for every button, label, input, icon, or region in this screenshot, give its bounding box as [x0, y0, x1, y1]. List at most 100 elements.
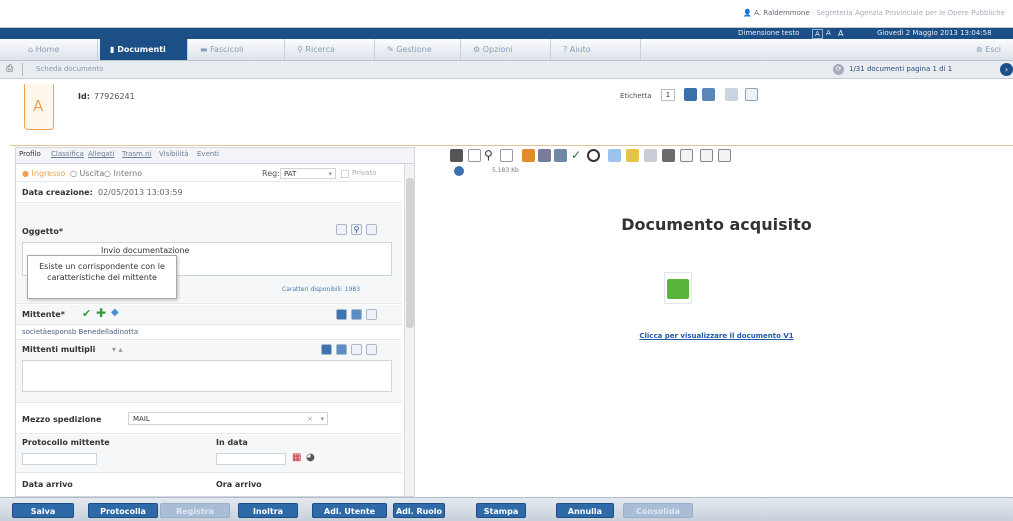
print-label-icon[interactable]: [684, 88, 697, 101]
radio-uscita[interactable]: ○ Uscita: [70, 169, 104, 178]
oggetto-clear-icon[interactable]: [366, 224, 377, 235]
rotate-icon[interactable]: [700, 149, 713, 162]
barcode-icon[interactable]: [702, 88, 715, 101]
tab-documenti[interactable]: ▮ Documenti: [100, 39, 188, 60]
wrench-icon: ✎: [387, 45, 397, 54]
clock-icon[interactable]: ◕: [306, 452, 315, 463]
document-thumbnail[interactable]: [664, 272, 692, 304]
adl-utente-button[interactable]: Adl. Utente: [312, 503, 387, 518]
print-doc-icon[interactable]: [662, 149, 675, 162]
edit-icon[interactable]: [522, 149, 535, 162]
oggetto-search-icon[interactable]: ⚲: [351, 224, 362, 235]
status-bar: Dimensione testo A A A Giovedì 2 Maggio …: [0, 28, 1013, 39]
radio-ingresso[interactable]: ● Ingresso: [22, 169, 65, 178]
annulla-button[interactable]: Annulla: [556, 503, 614, 518]
data-arrivo-row: Data arrivo Ora arrivo: [16, 474, 402, 496]
oggetto-value: Invio documentazione: [101, 246, 190, 255]
zoom-icon[interactable]: ⚲: [484, 149, 497, 162]
chevron-down-icon[interactable]: ▾: [320, 413, 324, 425]
current-date: Giovedì 2 Maggio 2013 13:04:58: [877, 29, 992, 37]
download-icon[interactable]: [608, 149, 621, 162]
zoom-in-icon[interactable]: [500, 149, 513, 162]
checkmark-icon[interactable]: ✔: [82, 307, 91, 320]
convert-icon[interactable]: [554, 149, 567, 162]
note-icon[interactable]: [745, 88, 758, 101]
info-icon[interactable]: [454, 166, 464, 176]
adl-ruolo-button[interactable]: Adl. Ruolo: [393, 503, 445, 518]
clear-icon[interactable]: ×: [307, 413, 313, 425]
salva-button[interactable]: Salva: [12, 503, 74, 518]
reg-select[interactable]: PAT ▾: [280, 168, 336, 179]
tab-gestione-label: Gestione: [396, 45, 432, 54]
text-size-small-button[interactable]: A: [812, 29, 823, 39]
tab-aiuto[interactable]: ? Aiuto: [553, 39, 641, 60]
tab-visibilita[interactable]: Visibilità: [159, 150, 188, 158]
tab-fascicoli[interactable]: ▬ Fascicoli: [190, 39, 285, 60]
tab-profilo[interactable]: Profilo: [19, 150, 41, 158]
address-book-icon[interactable]: ◆: [111, 307, 119, 318]
tab-gestione[interactable]: ✎ Gestione: [377, 39, 461, 60]
id-label: Id:: [78, 92, 90, 101]
protocollo-mittente-input[interactable]: [22, 453, 97, 465]
view-document-link[interactable]: Clicca per visualizzare il documento V1: [420, 332, 1013, 340]
protocollo-mittente-label: Protocollo mittente: [22, 438, 110, 447]
tab-ricerca[interactable]: ⚲ Ricerca: [287, 39, 375, 60]
zoom-out-icon[interactable]: [468, 149, 481, 162]
multi-edit-icon[interactable]: [336, 344, 347, 355]
tab-trasmissioni[interactable]: Trasm.ni: [122, 150, 152, 158]
add-icon[interactable]: ✚: [96, 306, 106, 320]
in-data-input[interactable]: [216, 453, 286, 465]
tab-home[interactable]: ⌂ Home: [18, 39, 98, 60]
attach-icon[interactable]: [718, 149, 731, 162]
user-icon: 👤: [743, 9, 752, 17]
lock-icon[interactable]: [626, 149, 639, 162]
multi-details-icon[interactable]: [321, 344, 332, 355]
document-file-icon: [667, 279, 689, 299]
tab-allegati[interactable]: Allegati: [88, 150, 114, 158]
inoltra-button[interactable]: Inoltra: [238, 503, 298, 518]
fit-width-icon[interactable]: [680, 149, 693, 162]
calendar-icon[interactable]: ▦: [292, 452, 301, 463]
multi-add-icon[interactable]: ▾ ▴: [112, 345, 123, 354]
refresh-icon[interactable]: ⟳: [833, 64, 844, 75]
radio-interno[interactable]: ○ Interno: [104, 169, 142, 178]
tab-eventi[interactable]: Eventi: [197, 150, 219, 158]
text-size-medium-button[interactable]: A: [826, 29, 831, 37]
tab-documenti-label: Documenti: [117, 45, 166, 54]
form-scrollbar[interactable]: [404, 164, 414, 496]
stampa-button[interactable]: Stampa: [476, 503, 526, 518]
exit-link[interactable]: ⊗ Esci: [965, 39, 1011, 60]
help-icon: ?: [563, 45, 570, 54]
copy-icon[interactable]: [644, 149, 657, 162]
consolida-button[interactable]: Consolida: [623, 503, 693, 518]
sign-icon[interactable]: [538, 149, 551, 162]
mittente-clear-icon[interactable]: [366, 309, 377, 320]
oggetto-label: Oggetto*: [22, 227, 64, 236]
exit-label: Esci: [985, 45, 1001, 54]
oggetto-list-icon[interactable]: [336, 224, 347, 235]
label-value[interactable]: 1: [661, 89, 675, 101]
mittente-details-icon[interactable]: [336, 309, 347, 320]
stamp-icon[interactable]: [725, 88, 738, 101]
mittenti-multipli-list[interactable]: [22, 360, 392, 392]
protocolla-button[interactable]: Protocolla: [88, 503, 158, 518]
print-icon[interactable]: ⎙: [6, 64, 13, 74]
multi-remove-icon[interactable]: [351, 344, 362, 355]
multi-clear-icon[interactable]: [366, 344, 377, 355]
tab-opzioni[interactable]: ⚙ Opzioni: [463, 39, 551, 60]
timestamp-icon[interactable]: [587, 149, 600, 162]
next-page-icon[interactable]: ›: [1000, 63, 1013, 76]
label-caption: Etichetta: [620, 92, 652, 100]
scrollbar-thumb[interactable]: [406, 178, 414, 328]
mittente-edit-icon[interactable]: [351, 309, 362, 320]
registra-button[interactable]: Registra: [160, 503, 230, 518]
tab-classifica[interactable]: Classifica: [51, 150, 84, 158]
scan-icon[interactable]: [450, 149, 463, 162]
text-size-large-button[interactable]: A: [838, 29, 843, 38]
options-icon: ⚙: [473, 45, 483, 54]
privato-checkbox[interactable]: [341, 170, 349, 178]
tooltip: Esiste un corrispondente con le caratter…: [27, 255, 177, 299]
mezzo-select[interactable]: MAIL × ▾: [128, 412, 328, 425]
mittente-value[interactable]: societàesponsb Benedelladinotta: [22, 328, 138, 336]
verify-icon[interactable]: ✓: [571, 149, 584, 162]
